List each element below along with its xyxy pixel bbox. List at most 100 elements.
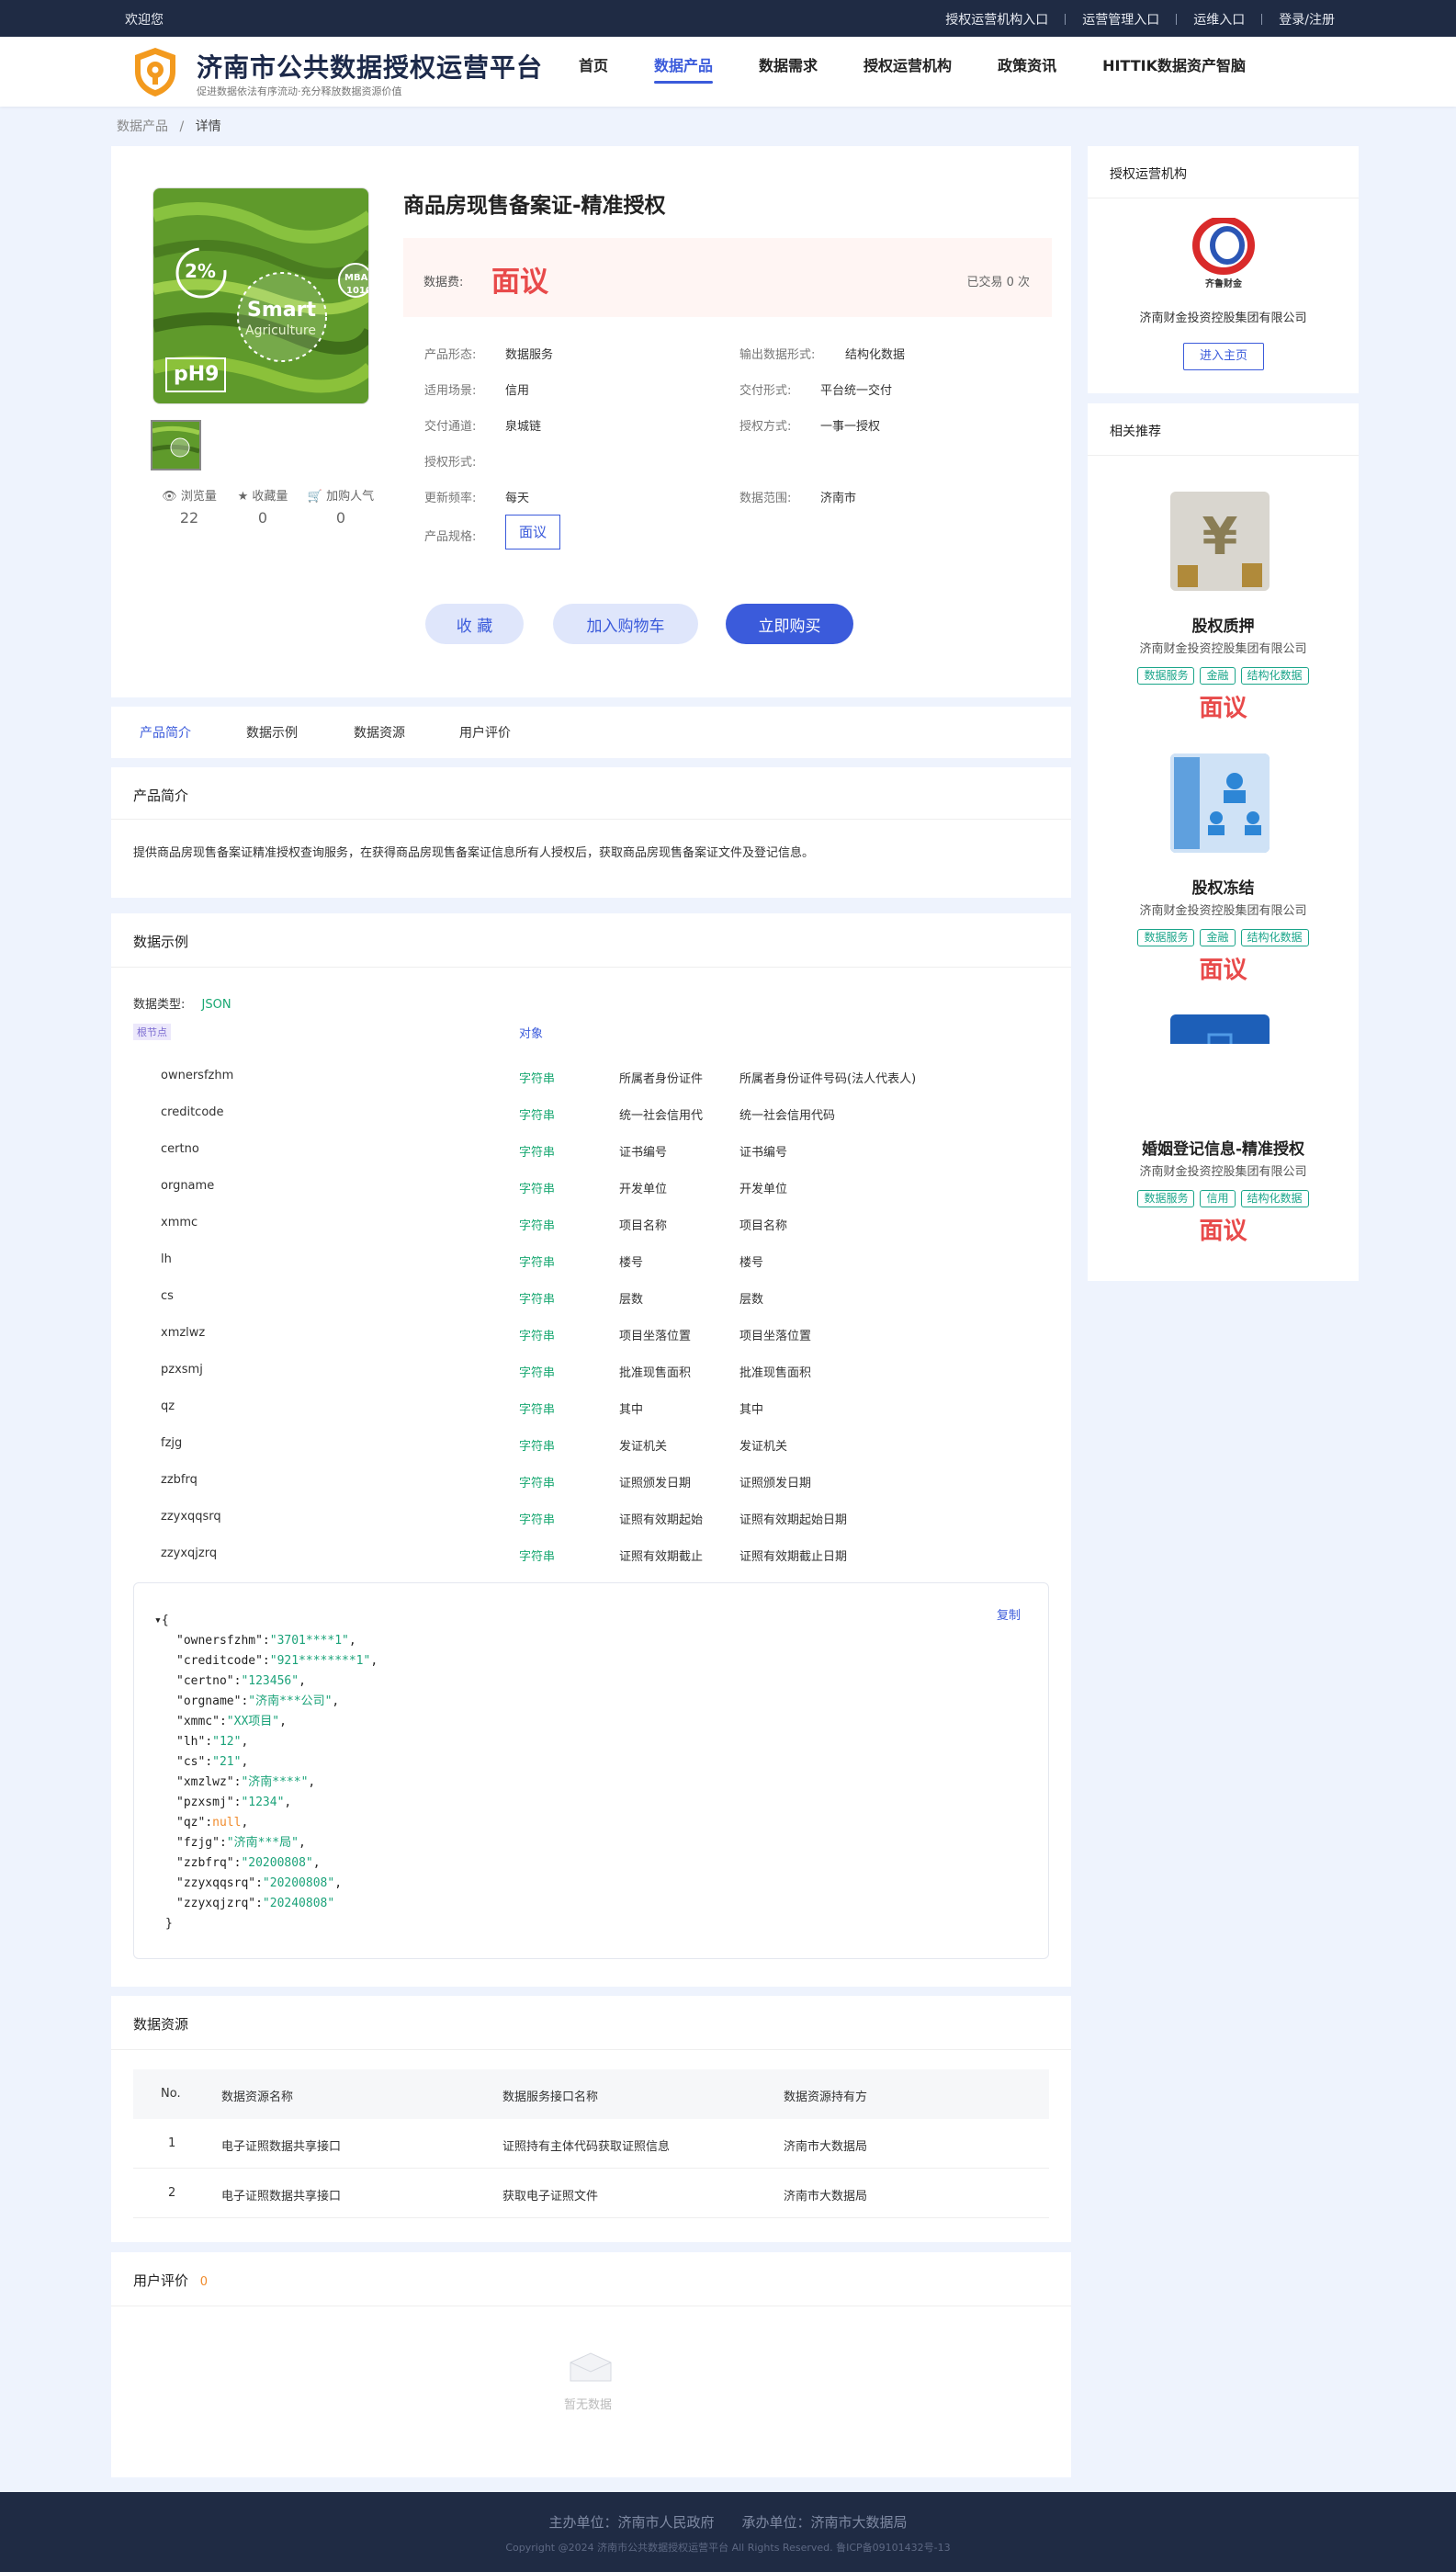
attr-value: 一事一授权	[820, 420, 881, 434]
tab-intro[interactable]: 产品简介	[140, 723, 191, 742]
table-row: 1 电子证照数据共享接口 证照持有主体代码获取证照信息 济南市大数据局	[133, 2119, 1049, 2169]
tab-sample[interactable]: 数据示例	[246, 723, 298, 742]
top-link-org-entry[interactable]: 授权运营机构入口	[945, 10, 1048, 28]
top-link-ops-entry[interactable]: 运营管理入口	[1082, 10, 1159, 28]
rec-name[interactable]: 股权冻结	[1088, 875, 1359, 898]
json-value: "3701****1"	[269, 1634, 349, 1648]
field-desc: 其中	[739, 1403, 764, 1417]
thumbnail-image	[152, 425, 199, 458]
tab-reviews[interactable]: 用户评价	[459, 723, 511, 742]
reviews-section: 用户评价 0 暂无数据	[111, 2252, 1071, 2477]
field-cn-name: 统一社会信用代	[619, 1109, 704, 1123]
collapse-caret-icon[interactable]: ▾	[154, 1614, 162, 1627]
field-desc: 批准现售面积	[739, 1366, 812, 1380]
field-row: creditcode 字符串 统一社会信用代 统一社会信用代码	[111, 1095, 1122, 1132]
resources-section: 数据资源 No. 数据资源名称 数据服务接口名称 数据资源持有方 1 电子证照数…	[111, 1996, 1071, 2242]
nav-data-demand[interactable]: 数据需求	[759, 53, 818, 81]
nav-policy-news[interactable]: 政策资讯	[998, 53, 1056, 81]
nav-auth-orgs[interactable]: 授权运营机构	[863, 53, 952, 81]
add-cart-button[interactable]: 加入购物车	[553, 604, 698, 644]
rec-image-freeze[interactable]	[1170, 753, 1270, 853]
breadcrumb-parent[interactable]: 数据产品	[117, 119, 168, 134]
attr-value: 信用	[505, 384, 530, 398]
field-row: zzbfrq 字符串 证照颁发日期 证照颁发日期	[111, 1463, 1122, 1500]
org-home-button[interactable]: 进入主页	[1183, 343, 1264, 370]
yuan-coins-image: ¥	[1170, 492, 1270, 591]
json-key: "xmzlwz"	[176, 1775, 234, 1789]
cell-no: 1	[168, 2136, 176, 2150]
json-key: "xmmc"	[176, 1715, 220, 1728]
marriage-image	[1207, 1033, 1233, 1044]
product-thumbnail[interactable]	[151, 420, 201, 470]
field-row: certno 字符串 证书编号 证书编号	[111, 1132, 1122, 1169]
json-close-brace: }	[165, 1917, 173, 1931]
rec-tags: 数据服务 信用 结构化数据	[1088, 1188, 1359, 1207]
field-type: 字符串	[519, 1366, 556, 1380]
json-key: "cs"	[176, 1755, 206, 1769]
tab-resources[interactable]: 数据资源	[354, 723, 405, 742]
site-title[interactable]: 济南市公共数据授权运营平台	[197, 48, 543, 85]
org-logo-text: 齐鲁财金	[1205, 279, 1242, 289]
json-box: 复制 ▾{ "ownersfzhm":"3701****1", "creditco…	[133, 1582, 1049, 1959]
org-logo[interactable]	[1185, 218, 1262, 282]
json-value: "济南****"	[241, 1775, 309, 1789]
field-type: 字符串	[519, 1550, 556, 1564]
json-value: "20200808"	[262, 1876, 335, 1890]
attr-label: 更新频率:	[424, 492, 477, 505]
favorite-button[interactable]: 收 藏	[425, 604, 524, 644]
field-cn-name: 项目名称	[619, 1219, 668, 1233]
resources-col-holder: 数据资源持有方	[784, 2090, 868, 2104]
attr-label: 数据范围:	[739, 492, 792, 505]
resources-title: 数据资源	[133, 2016, 189, 2033]
json-key: "ownersfzhm"	[176, 1634, 263, 1648]
copy-button[interactable]: 复制	[997, 1605, 1021, 1623]
cell-holder: 济南市大数据局	[784, 2140, 868, 2154]
data-type-row: 数据类型: JSON	[133, 994, 231, 1012]
json-line: "xmzlwz":"济南****",	[176, 1775, 316, 1789]
json-value: "济南***公司"	[248, 1694, 333, 1708]
rec-image-pledge[interactable]: ¥	[1170, 492, 1270, 591]
json-open-brace: {	[161, 1614, 169, 1627]
nav-data-products[interactable]: 数据产品	[654, 53, 714, 84]
logo-icon[interactable]	[131, 46, 179, 97]
json-key: "zzyxqqsrq"	[176, 1876, 256, 1890]
field-cn-name: 证照有效期起始	[619, 1513, 704, 1527]
top-link-maint-entry[interactable]: 运维入口	[1193, 10, 1245, 28]
nav-hittik[interactable]: HITTIK数据资产智脑	[1102, 53, 1246, 81]
field-row: xmzlwz 字符串 项目坐落位置 项目坐落位置	[111, 1316, 1122, 1353]
json-value: "12"	[212, 1735, 242, 1749]
json-key: "qz"	[176, 1816, 206, 1830]
json-key: "zzyxqjzrq"	[176, 1897, 256, 1910]
rec-image-marriage[interactable]	[1170, 1014, 1270, 1044]
field-type: 字符串	[519, 1146, 556, 1160]
field-desc: 层数	[739, 1293, 764, 1307]
json-line: "orgname":"济南***公司",	[176, 1694, 340, 1708]
json-value: "XX项目"	[226, 1715, 280, 1728]
json-line: "certno":"123456",	[176, 1674, 306, 1688]
org-title: 授权运营机构	[1110, 167, 1187, 182]
rec-name[interactable]: 婚姻登记信息-精准授权	[1088, 1136, 1359, 1159]
product-title: 商品房现售备案证-精准授权	[403, 194, 666, 218]
field-type: 字符串	[519, 1109, 556, 1123]
top-link-login[interactable]: 登录/注册	[1279, 10, 1335, 28]
field-cn-name: 证照有效期截止	[619, 1550, 704, 1564]
sample-section: 数据示例 数据类型: JSON 根节点 对象 ownersfzhm 字符串 所属者身…	[111, 913, 1071, 1987]
field-type: 字符串	[519, 1513, 556, 1527]
nav-home[interactable]: 首页	[579, 53, 608, 81]
field-desc: 所属者身份证件号码(法人代表人)	[739, 1072, 917, 1086]
cell-holder: 济南市大数据局	[784, 2190, 868, 2204]
json-key: "pzxsmj"	[176, 1796, 234, 1809]
buy-now-button[interactable]: 立即购买	[726, 604, 853, 644]
rec-tags: 数据服务 金融 结构化数据	[1088, 927, 1359, 946]
intro-title: 产品简介	[133, 787, 189, 804]
rec-name[interactable]: 股权质押	[1088, 613, 1359, 636]
spec-option-button[interactable]: 面议	[505, 515, 561, 550]
resources-col-name: 数据资源名称	[221, 2090, 294, 2104]
image-text-agri: Agriculture	[245, 323, 316, 338]
site-subtitle: 促进数据依法有序流动·充分释放数据资源价值	[197, 85, 402, 97]
json-line: "zzyxqjzrq":"20240808"	[176, 1897, 335, 1910]
field-desc: 开发单位	[739, 1183, 788, 1196]
rec-tag: 金融	[1200, 667, 1236, 685]
attr-value: 结构化数据	[845, 348, 906, 362]
rec-tag: 结构化数据	[1240, 667, 1309, 685]
